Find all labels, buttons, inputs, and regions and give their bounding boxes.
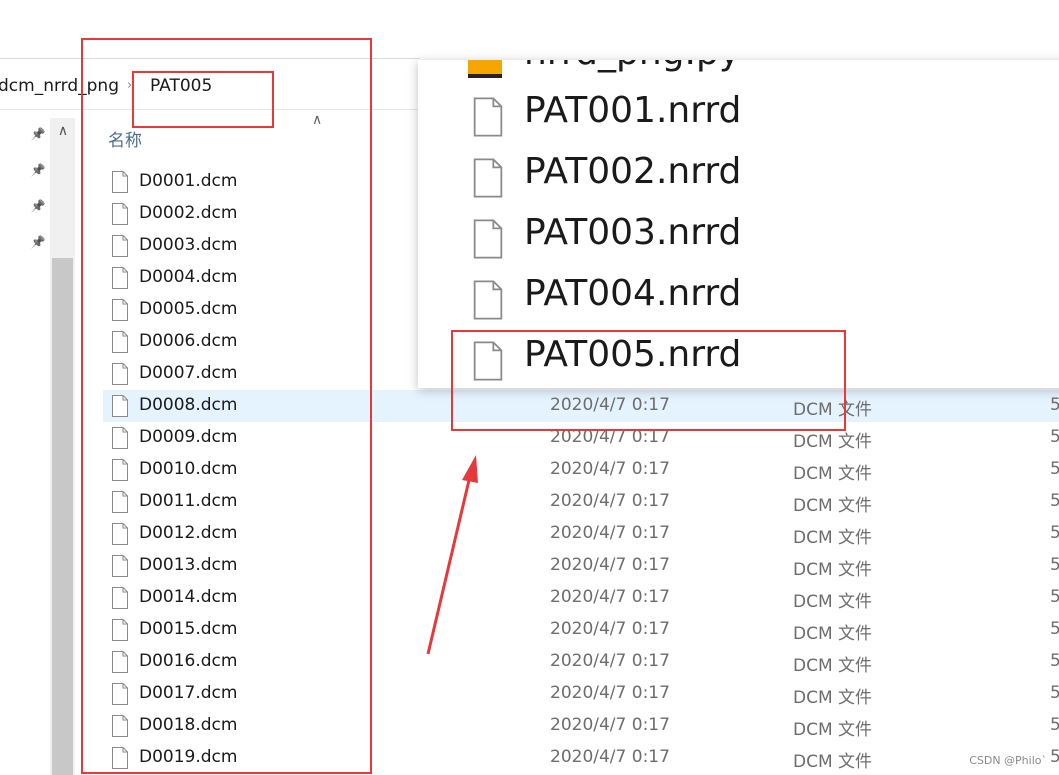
file-date: 2020/4/7 0:17 bbox=[550, 523, 670, 543]
file-date: 2020/4/7 0:17 bbox=[550, 619, 670, 639]
file-size: 5 bbox=[1050, 619, 1059, 639]
pin-icon[interactable]: 📌 bbox=[30, 234, 46, 250]
watermark: CSDN @Philo` bbox=[969, 754, 1047, 767]
nrrd-file-name: PAT004.nrrd bbox=[524, 273, 742, 314]
file-icon bbox=[473, 219, 503, 259]
file-icon bbox=[473, 158, 503, 198]
file-type: DCM 文件 bbox=[793, 528, 873, 548]
annotation-box-file-list bbox=[81, 38, 372, 774]
file-type: DCM 文件 bbox=[793, 560, 873, 580]
file-size: 5 bbox=[1050, 395, 1059, 415]
file-size: 5 bbox=[1050, 555, 1059, 575]
nrrd-file-name: PAT003.nrrd bbox=[524, 212, 742, 253]
file-type: DCM 文件 bbox=[793, 752, 873, 772]
file-size: 5 bbox=[1050, 427, 1059, 447]
nrrd-file-name: PAT002.nrrd bbox=[524, 151, 742, 192]
file-type: DCM 文件 bbox=[793, 656, 873, 676]
file-type: DCM 文件 bbox=[793, 624, 873, 644]
file-size: 5 bbox=[1050, 715, 1059, 735]
file-date: 2020/4/7 0:17 bbox=[550, 715, 670, 735]
file-date: 2020/4/7 0:17 bbox=[550, 555, 670, 575]
scroll-up-icon[interactable]: ∧ bbox=[53, 120, 73, 142]
partial-file-name: nrrd_png.py bbox=[524, 60, 740, 73]
file-size: 5 bbox=[1050, 587, 1059, 607]
pin-icon[interactable]: 📌 bbox=[30, 198, 46, 214]
file-date: 2020/4/7 0:17 bbox=[550, 683, 670, 703]
file-size: 5 bbox=[1050, 651, 1059, 671]
file-type: DCM 文件 bbox=[793, 688, 873, 708]
nrrd-file-name: PAT001.nrrd bbox=[524, 90, 742, 131]
file-size: 5 bbox=[1050, 523, 1059, 543]
annotation-box-folder bbox=[132, 71, 274, 128]
pin-icon[interactable]: 📌 bbox=[30, 162, 46, 178]
nav-scrollbar-thumb[interactable] bbox=[52, 258, 73, 775]
file-icon bbox=[473, 97, 503, 137]
file-date: 2020/4/7 0:17 bbox=[550, 459, 670, 479]
file-icon bbox=[473, 280, 503, 320]
file-type: DCM 文件 bbox=[793, 496, 873, 516]
file-type: DCM 文件 bbox=[793, 720, 873, 740]
annotation-box-nrrd bbox=[451, 330, 846, 431]
file-size: 5 bbox=[1050, 747, 1059, 767]
file-date: 2020/4/7 0:17 bbox=[550, 587, 670, 607]
python-file-icon bbox=[468, 60, 502, 78]
file-date: 2020/4/7 0:17 bbox=[550, 747, 670, 767]
file-size: 5 bbox=[1050, 459, 1059, 479]
file-size: 5 bbox=[1050, 491, 1059, 511]
file-date: 2020/4/7 0:17 bbox=[550, 651, 670, 671]
pin-icon[interactable]: 📌 bbox=[30, 126, 46, 142]
file-type: DCM 文件 bbox=[793, 464, 873, 484]
file-size: 5 bbox=[1050, 683, 1059, 703]
file-date: 2020/4/7 0:17 bbox=[550, 491, 670, 511]
file-type: DCM 文件 bbox=[793, 592, 873, 612]
